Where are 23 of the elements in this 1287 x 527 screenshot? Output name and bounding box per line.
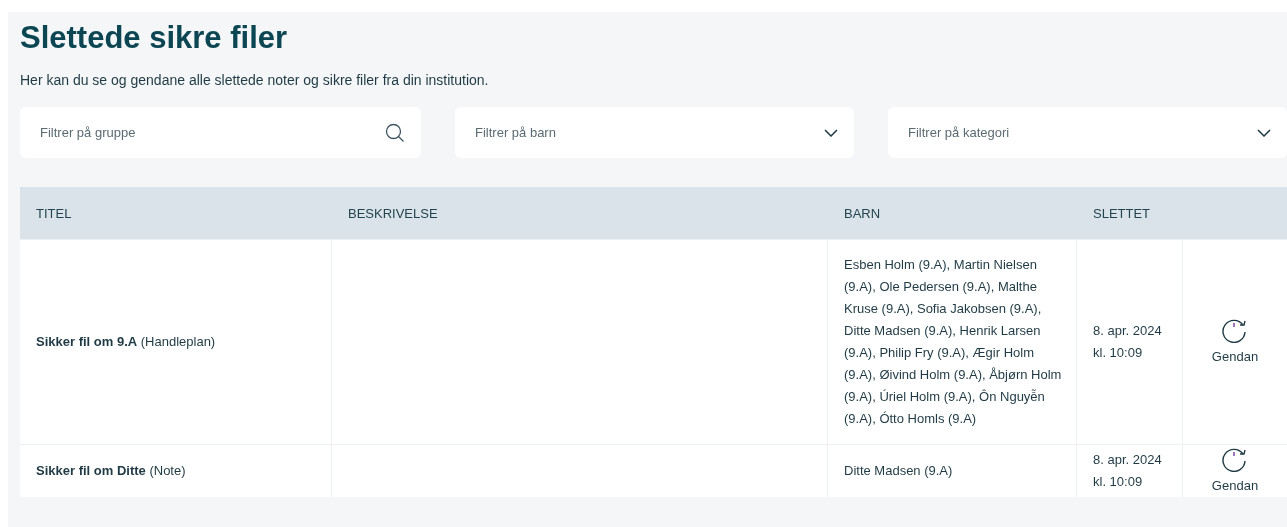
table-cell-text: kl. 10:09 [1093,472,1143,491]
table-cell-text: kl. 10:09 [1093,344,1143,362]
table-cell-text: Sikker fil om 9.A (Handleplan) [36,333,216,352]
page-description: Her kan du se og gendane alle slettede noter og sikre filer fra din institution. [20,71,489,90]
column-header: TITEL [36,206,72,221]
restore-button[interactable]: Gendan [1211,317,1259,367]
column-header: BARN [844,206,881,221]
table-cell-text: 8. apr. 2024 [1093,322,1162,340]
restore-icon [1221,446,1249,472]
table-cell-text: Esben Holm (9.A), Martin Nielsen (9.A), Ole Pedersen (9.A), Malthe Kruse (9.A), Sofia Jakobsen (9.A), Ditte Madsen (9.A), Henrik Larsen (9.A), Philip Fry (9.A), Ægir Holm (9.A), Øivind Holm (9.A), Åbjørn Holm (9.A), Úriel Holm (9.A), Ôn Nguyễn (9.A), Ótto Homls (9.A) [844,256,1063,428]
column-header: BESKRIVELSE [348,206,438,221]
restore-icon [1221,317,1249,344]
table-cell-text: Ditte Madsen (9.A) [844,461,953,480]
page-title: Slettede sikre filer [20,19,288,57]
dropdown-field[interactable]: Filtrer på barn [455,107,854,158]
table-cell-text: 8. apr. 2024 [1093,450,1162,469]
table-cell-text: Sikker fil om Ditte (Note) [36,462,186,480]
chevron-down-icon [824,128,838,137]
dropdown-field[interactable]: Filtrer på kategori [888,107,1287,158]
chevron-down-icon [1257,128,1271,137]
search-icon [385,122,405,143]
column-header: SLETTET [1093,206,1151,221]
search-field[interactable]: Filtrer på gruppe [20,107,421,158]
